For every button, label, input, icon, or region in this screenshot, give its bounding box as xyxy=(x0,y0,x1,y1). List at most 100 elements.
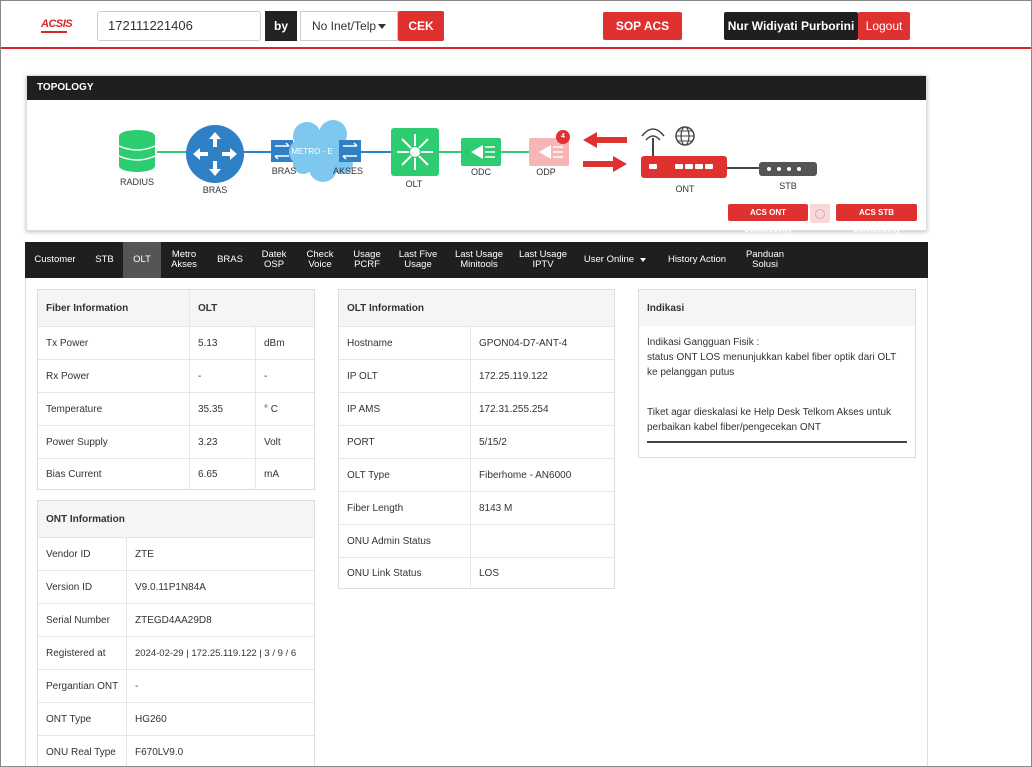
row-value: V9.0.11P1N84A xyxy=(135,581,206,593)
table-header-row: Fiber Information OLT xyxy=(38,290,314,326)
indikasi-title: Indikasi Gangguan Fisik : xyxy=(647,337,760,348)
radius-icon[interactable] xyxy=(118,130,156,172)
table-row: Bias Current 6.65 mA xyxy=(38,458,314,490)
chevron-down-icon xyxy=(640,258,647,262)
row-label: Bias Current xyxy=(38,459,190,490)
link-arrows-icon xyxy=(583,132,627,172)
tab-customer[interactable]: Customer xyxy=(29,242,81,278)
row-label: ONU Admin Status xyxy=(339,525,471,557)
fiber-header-olt: OLT xyxy=(198,302,218,314)
tab-olt[interactable]: OLT xyxy=(123,242,161,278)
row-value: - xyxy=(135,680,139,692)
row-value: 5.13 xyxy=(190,327,256,359)
row-label: Tx Power xyxy=(38,327,190,359)
loading-spinner-icon xyxy=(810,204,830,223)
row-label: Version ID xyxy=(38,571,127,603)
table-row: Rx Power - - xyxy=(38,359,314,392)
akses-label: AKSES xyxy=(332,166,363,176)
indikasi-panel: Indikasi Indikasi Gangguan Fisik : statu… xyxy=(638,289,916,458)
top-header: ACSIS 172111221406 by No Inet/Telp CEK S… xyxy=(1,1,1031,49)
tab-check-voice[interactable]: Check Voice xyxy=(301,242,339,278)
topology-title: TOPOLOGY xyxy=(27,76,926,100)
row-value: 172.31.255.254 xyxy=(479,403,549,415)
chevron-down-icon xyxy=(378,24,386,29)
row-unit: mA xyxy=(264,469,279,480)
table-row: IP AMS 172.31.255.254 xyxy=(339,392,614,425)
row-label: ONT Type xyxy=(38,703,127,735)
olt-information-table: OLT Information Hostname GPON04-D7-ANT-4… xyxy=(338,289,615,589)
olt-label: OLT xyxy=(405,179,423,189)
acsis-logo[interactable]: ACSIS xyxy=(41,18,73,33)
sop-acs-button[interactable]: SOP ACS xyxy=(603,12,682,40)
row-value: GPON04-D7-ANT-4 xyxy=(479,337,568,349)
row-value: 3.23 xyxy=(190,426,256,458)
odc-label: ODC xyxy=(471,167,491,177)
tab-history-action[interactable]: History Action xyxy=(661,242,733,278)
tab-user-online[interactable]: User Online xyxy=(579,242,651,278)
row-label: Vendor ID xyxy=(38,538,127,570)
row-value: 172.25.119.122 xyxy=(479,370,548,382)
tab-usage-pcrf[interactable]: Usage PCRF xyxy=(348,242,386,278)
row-unit: dBm xyxy=(264,337,285,349)
table-row: Hostname GPON04-D7-ANT-4 xyxy=(339,326,614,359)
row-label: Pergantian ONT xyxy=(38,670,127,702)
tab-last-usage-iptv[interactable]: Last Usage IPTV xyxy=(515,242,571,278)
table-header-row: Indikasi xyxy=(639,290,915,326)
table-row: ONU Real Type F670LV9.0 xyxy=(38,735,314,766)
radius-label: RADIUS xyxy=(119,177,154,187)
fiber-information-table: Fiber Information OLT Tx Power 5.13 dBm … xyxy=(37,289,315,490)
row-label: IP AMS xyxy=(339,393,471,425)
indikasi-status-text: status ONT LOS menunjukkan kabel fiber o… xyxy=(647,352,897,378)
metro-label: METRO - E xyxy=(291,147,333,156)
akses-switch-icon[interactable] xyxy=(339,140,361,162)
cek-button[interactable]: CEK xyxy=(398,11,444,41)
row-value: Fiberhome - AN6000 xyxy=(479,469,572,481)
row-value xyxy=(471,525,614,557)
table-row: Serial Number ZTEGD4AA29D8 xyxy=(38,603,314,636)
search-type-value: No Inet/Telp xyxy=(312,19,377,33)
indikasi-action-text: Tiket agar dieskalasi ke Help Desk Telko… xyxy=(647,407,891,433)
row-label: ONU Link Status xyxy=(339,558,471,588)
row-unit: Volt xyxy=(264,436,281,448)
logout-button[interactable]: Logout xyxy=(858,12,910,40)
table-row: PORT 5/15/2 xyxy=(339,425,614,458)
search-input[interactable]: 172111221406 xyxy=(97,11,261,41)
table-row: Power Supply 3.23 Volt xyxy=(38,425,314,458)
row-value: F670LV9.0 xyxy=(135,746,184,758)
olt-icon[interactable] xyxy=(391,128,439,176)
acs-stb-connectivity-button[interactable]: ACS STB Connectivity xyxy=(836,204,917,234)
tab-last-usage-minitools[interactable]: Last Usage Minitools xyxy=(451,242,507,278)
acs-ont-connectivity-button[interactable]: ACS ONT Connectivity xyxy=(728,204,808,234)
tab-bras[interactable]: BRAS xyxy=(211,242,249,278)
odp-count-badge: 4 xyxy=(556,130,570,144)
table-row: ONU Link Status LOS xyxy=(339,557,614,588)
app-window: ACSIS 172111221406 by No Inet/Telp CEK S… xyxy=(0,0,1032,767)
row-unit: - xyxy=(264,370,268,382)
tab-panduan-solusi[interactable]: Panduan Solusi xyxy=(739,242,791,278)
tab-last-five-usage[interactable]: Last Five Usage xyxy=(392,242,444,278)
table-header-row: OLT Information xyxy=(339,290,614,326)
table-row: ONT Type HG260 xyxy=(38,702,314,735)
table-row: OLT Type Fiberhome - AN6000 xyxy=(339,458,614,491)
ont-information-table: ONT Information Vendor ID ZTE Version ID… xyxy=(37,500,315,766)
tab-metro-akses[interactable]: Metro Akses xyxy=(165,242,203,278)
search-type-select[interactable]: No Inet/Telp xyxy=(300,11,398,41)
row-value: HG260 xyxy=(135,713,167,725)
row-value: 8143 M xyxy=(479,502,513,514)
row-value: ZTEGD4AA29D8 xyxy=(135,614,212,626)
fiber-header-label: Fiber Information xyxy=(38,290,190,326)
row-value: ZTE xyxy=(135,548,154,560)
tab-datek-osp[interactable]: Datek OSP xyxy=(256,242,292,278)
stb-icon[interactable] xyxy=(759,162,817,176)
row-value: 5/15/2 xyxy=(479,436,507,448)
odp-label: ODP xyxy=(536,167,556,177)
bras-router-icon[interactable] xyxy=(186,125,244,183)
table-row: Tx Power 5.13 dBm xyxy=(38,326,314,359)
row-label: Temperature xyxy=(38,393,190,425)
table-row: Pergantian ONT - xyxy=(38,669,314,702)
row-label: ONU Real Type xyxy=(38,736,127,766)
indikasi-header: Indikasi xyxy=(647,302,685,314)
odc-icon[interactable] xyxy=(461,138,501,166)
tab-stb[interactable]: STB xyxy=(87,242,122,278)
row-label: Registered at xyxy=(38,637,127,669)
